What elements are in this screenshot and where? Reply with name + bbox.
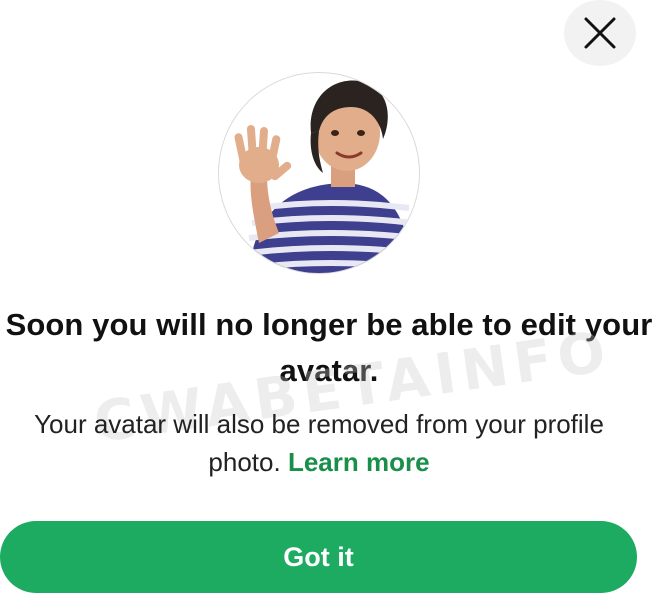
dialog-description: Your avatar will also be removed from yo… [0,405,638,481]
close-button[interactable] [564,0,636,66]
avatar-image [219,73,419,273]
got-it-button[interactable]: Got it [0,521,637,593]
dialog-title: Soon you will no longer be able to edit … [5,307,653,388]
avatar-illustration [218,72,420,274]
got-it-label: Got it [283,541,354,572]
close-icon [584,17,616,49]
learn-more-link[interactable]: Learn more [288,447,430,477]
